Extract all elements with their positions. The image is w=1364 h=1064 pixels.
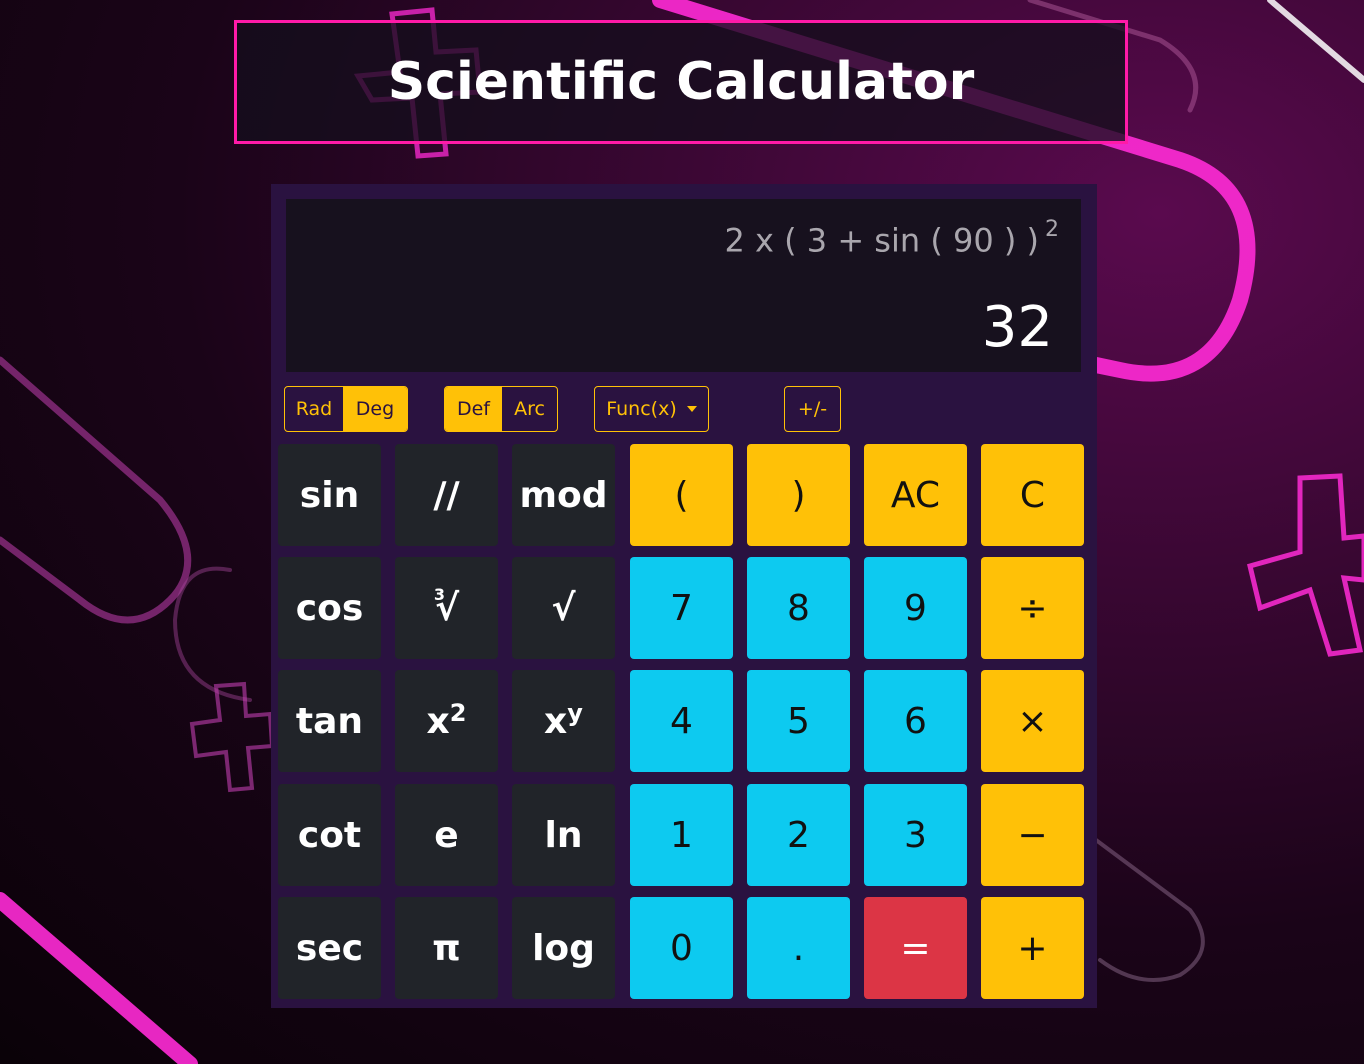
digit-1-button[interactable]: 1: [630, 784, 733, 886]
pi-button[interactable]: π: [395, 897, 498, 999]
expression-text: 2 x ( 3 + sin ( 90 ) ): [724, 221, 1039, 260]
tan-button[interactable]: tan: [278, 670, 381, 772]
decimal-button[interactable]: .: [747, 897, 850, 999]
sin-button[interactable]: sin: [278, 444, 381, 546]
digit-4-button[interactable]: 4: [630, 670, 733, 772]
cot-button[interactable]: cot: [278, 784, 381, 886]
sqrt-button[interactable]: √: [512, 557, 615, 659]
log-button[interactable]: log: [512, 897, 615, 999]
digit-6-button[interactable]: 6: [864, 670, 967, 772]
close-paren-button[interactable]: ): [747, 444, 850, 546]
equals-button[interactable]: =: [864, 897, 967, 999]
power-base: x: [544, 700, 568, 742]
sign-toggle-button[interactable]: +/-: [784, 386, 841, 432]
calculator: 2 x ( 3 + sin ( 90 ) ) 2 32 Rad Deg Def A…: [271, 184, 1097, 1008]
minus-button[interactable]: −: [981, 784, 1084, 886]
clear-button[interactable]: C: [981, 444, 1084, 546]
result-display: 32: [981, 295, 1053, 360]
arc-option[interactable]: Arc: [502, 387, 557, 431]
digit-9-button[interactable]: 9: [864, 557, 967, 659]
cube-root-index: 3: [433, 584, 446, 604]
expression-display: 2 x ( 3 + sin ( 90 ) ) 2: [724, 217, 1059, 260]
digit-0-button[interactable]: 0: [630, 897, 733, 999]
digit-7-button[interactable]: 7: [630, 557, 733, 659]
cube-root-button[interactable]: 3 √: [395, 557, 498, 659]
square-base: x: [426, 700, 450, 742]
square-exponent: 2: [449, 699, 467, 727]
caret-down-icon: [686, 406, 697, 412]
deg-option[interactable]: Deg: [343, 387, 407, 431]
cos-button[interactable]: cos: [278, 557, 381, 659]
page-title: Scientific Calculator: [387, 52, 975, 112]
divide-button[interactable]: ÷: [981, 557, 1084, 659]
ln-button[interactable]: ln: [512, 784, 615, 886]
def-option[interactable]: Def: [445, 387, 502, 431]
digit-8-button[interactable]: 8: [747, 557, 850, 659]
plus-button[interactable]: +: [981, 897, 1084, 999]
display: 2 x ( 3 + sin ( 90 ) ) 2 32: [286, 199, 1081, 372]
e-button[interactable]: e: [395, 784, 498, 886]
mod-button[interactable]: mod: [512, 444, 615, 546]
multiply-button[interactable]: ×: [981, 670, 1084, 772]
function-mode-toggle: Def Arc: [444, 386, 558, 432]
digit-5-button[interactable]: 5: [747, 670, 850, 772]
square-button[interactable]: x2: [395, 670, 498, 772]
all-clear-button[interactable]: AC: [864, 444, 967, 546]
sec-button[interactable]: sec: [278, 897, 381, 999]
power-button[interactable]: xy: [512, 670, 615, 772]
func-dropdown-label: Func(x): [606, 398, 677, 420]
rad-option[interactable]: Rad: [285, 387, 343, 431]
angle-mode-toggle: Rad Deg: [284, 386, 408, 432]
open-paren-button[interactable]: (: [630, 444, 733, 546]
floor-divide-button[interactable]: //: [395, 444, 498, 546]
power-exponent: y: [567, 699, 583, 727]
func-dropdown[interactable]: Func(x): [594, 386, 709, 432]
digit-2-button[interactable]: 2: [747, 784, 850, 886]
expression-exponent: 2: [1045, 217, 1059, 242]
digit-3-button[interactable]: 3: [864, 784, 967, 886]
title-banner: Scientific Calculator: [234, 20, 1128, 144]
